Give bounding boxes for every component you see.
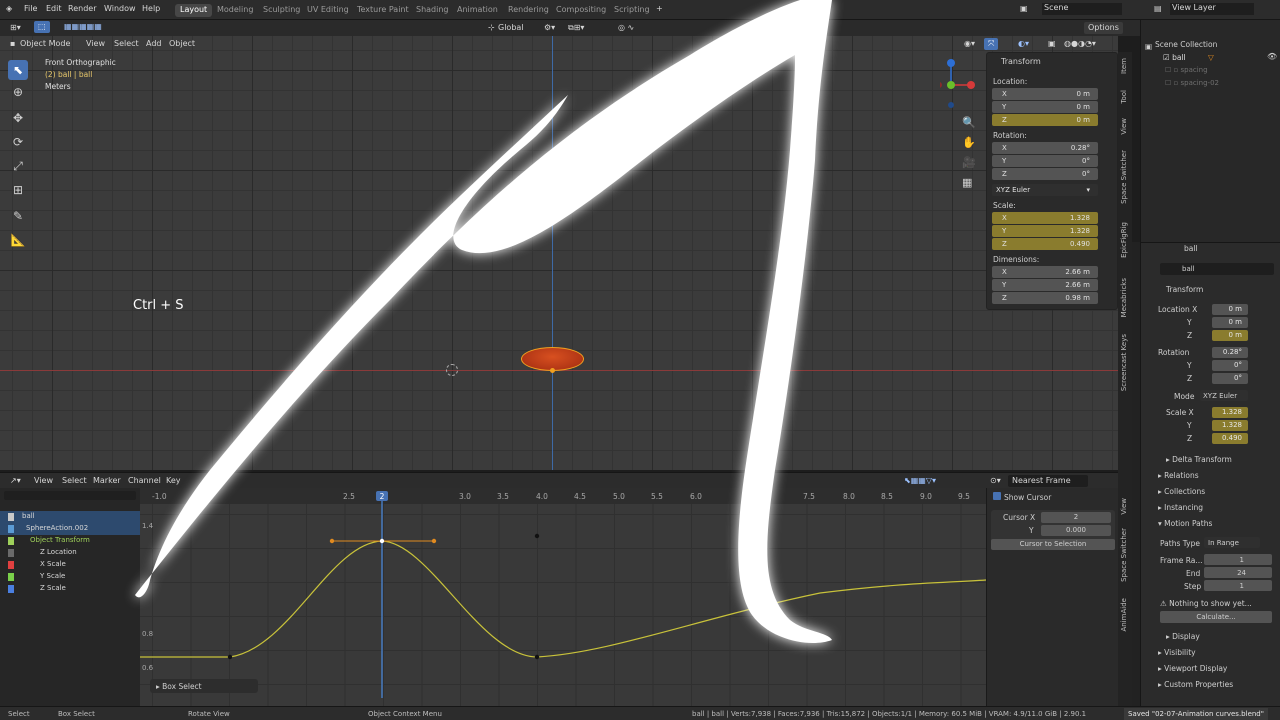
status-context-menu: Object Context Menu (368, 710, 442, 718)
status-box-select: Box Select (58, 710, 95, 718)
status-rotate-view: Rotate View (188, 710, 230, 718)
annotation-stroke (135, 0, 832, 643)
status-select: Select (8, 710, 30, 718)
status-saved: Saved "02-07-Animation curves.blend" (1124, 708, 1268, 720)
status-bar: Select Box Select Rotate View Object Con… (0, 706, 1280, 720)
status-stats: ball | ball | Verts:7,938 | Faces:7,936 … (692, 710, 1087, 718)
